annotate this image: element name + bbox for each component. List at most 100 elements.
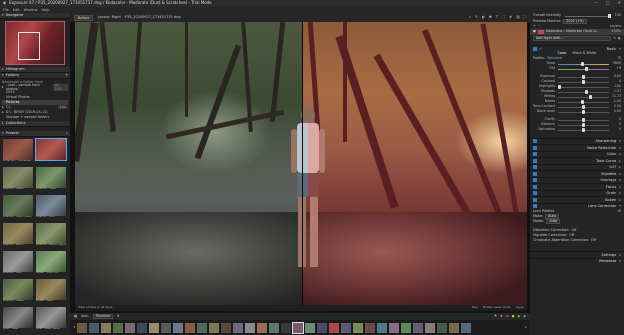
section-enable-checkbox[interactable] [533, 184, 537, 189]
filmstrip-thumb[interactable] [89, 322, 100, 333]
slider-knob[interactable] [582, 105, 586, 109]
photo-split-view[interactable] [75, 22, 527, 305]
section-enable-checkbox[interactable] [533, 197, 537, 202]
slider-track[interactable] [558, 110, 609, 114]
collections-header[interactable]: ▸ Collections [0, 121, 70, 127]
filmstrip-thumb[interactable] [197, 322, 208, 333]
layer-delete-icon[interactable]: − [538, 24, 541, 29]
section-enable-checkbox[interactable] [533, 191, 537, 196]
filmstrip-thumb[interactable] [292, 321, 305, 334]
section-enable-checkbox[interactable] [533, 145, 537, 150]
slider-track[interactable] [558, 85, 609, 89]
before-button[interactable]: Before [74, 14, 94, 21]
slider-knob[interactable] [584, 67, 588, 71]
slider-track[interactable] [558, 80, 609, 84]
brush-icon[interactable]: ✎ [475, 15, 478, 19]
filmstrip-thumb[interactable] [257, 322, 268, 333]
navigator-thumbnail[interactable] [5, 21, 65, 65]
section-enable-checkbox[interactable] [533, 204, 537, 209]
preset-tile[interactable]: Polaroid - Warm [3, 223, 33, 249]
filmstrip-thumb[interactable] [377, 322, 388, 333]
grid-view-icon[interactable]: ▦ [74, 314, 77, 319]
preset-tile[interactable]: Kodacolor - Moderate (Dust & Scratches) [35, 138, 67, 165]
filmstrip-thumb[interactable] [161, 322, 172, 333]
slider-value[interactable]: 0 [612, 127, 621, 132]
basic-enable-checkbox[interactable] [533, 46, 537, 51]
slider-knob[interactable] [582, 128, 586, 132]
preset-tile[interactable]: Kodacolor - Moderate [3, 139, 33, 165]
vignette-correction-value[interactable]: Off [569, 233, 574, 238]
filmstrip-thumb[interactable] [353, 322, 364, 333]
slider-knob[interactable] [580, 62, 584, 66]
color-label-icon[interactable]: ● [517, 314, 520, 319]
folder-row[interactable]: Storage + sample folders [2, 115, 68, 120]
layer-opacity[interactable]: 100% [611, 29, 621, 34]
tint-slider[interactable]: Tint +9 [530, 66, 624, 72]
filmstrip-thumb[interactable] [413, 322, 424, 333]
scroll-left-icon[interactable]: ◂ [73, 325, 75, 330]
menu-file[interactable]: File [3, 8, 9, 12]
slider-track[interactable] [558, 100, 609, 104]
filmstrip-thumb[interactable] [77, 322, 88, 333]
split-divider[interactable] [302, 22, 303, 305]
filmstrip-thumb[interactable] [341, 322, 352, 333]
color-label-icon[interactable]: ● [506, 314, 509, 319]
filmstrip-thumb[interactable] [245, 322, 256, 333]
preset-tile[interactable]: Polaroid - Fresh [36, 167, 66, 193]
preset-tile[interactable]: Kodak - Warm [36, 279, 66, 305]
navigator-header[interactable]: ▾ Navigator [0, 13, 70, 19]
distortion-value[interactable]: Off [571, 228, 576, 233]
preview-dropdown[interactable]: 2021 (+0) [563, 19, 587, 24]
fullscreen-icon[interactable]: ⛶ [524, 15, 526, 19]
slider-knob[interactable] [582, 123, 586, 127]
preset-tile[interactable]: Polar - B&W [3, 307, 33, 333]
status-item[interactable]: Layer [516, 305, 524, 309]
filmstrip-thumb[interactable] [437, 322, 448, 333]
preset-tile[interactable]: Polaroid - Color (Dark) [3, 195, 33, 221]
transform-icon[interactable]: ⬚ [502, 15, 505, 19]
gradient-tool-icon[interactable]: ◐ [618, 36, 621, 41]
add-layer-row[interactable]: Add layer with... ✎ ◐ [530, 35, 624, 42]
color-label-icon[interactable]: ● [512, 314, 515, 319]
slider-knob[interactable] [558, 85, 561, 89]
slider-track[interactable] [558, 105, 609, 109]
gradient-icon[interactable]: ◐ [482, 15, 485, 19]
slider-knob[interactable] [582, 118, 586, 122]
basic-slider[interactable]: Saturation 0 [530, 127, 624, 133]
filmstrip-thumb[interactable] [209, 322, 220, 333]
heal-icon[interactable]: ✚ [489, 15, 492, 19]
filmstrip-thumb[interactable] [173, 322, 184, 333]
filmstrip-thumb[interactable] [125, 322, 136, 333]
compare-icon[interactable]: ▥ [516, 15, 519, 19]
menu-window[interactable]: Window [24, 8, 38, 12]
filmstrip-thumb[interactable] [233, 322, 244, 333]
preset-tile[interactable]: Polaroid - Warm (Light) [36, 223, 66, 249]
filmstrip-thumb[interactable] [185, 322, 196, 333]
section-enable-checkbox[interactable] [533, 178, 537, 183]
slider-track[interactable] [558, 67, 609, 71]
tab-bw[interactable]: Black & White [573, 51, 597, 56]
slider-knob[interactable] [588, 95, 592, 99]
filmstrip-thumb[interactable] [329, 322, 340, 333]
section-metadata[interactable]: Metadata ▸ [530, 257, 624, 265]
slider-knob[interactable] [582, 80, 586, 84]
preset-tile[interactable]: Polaroid - Cool [36, 195, 66, 221]
section-enable-checkbox[interactable] [533, 165, 537, 170]
preset-tile[interactable]: Polaroid - Bold [3, 251, 33, 277]
filmstrip-thumb[interactable] [461, 322, 472, 333]
intensity-slider[interactable] [564, 14, 611, 18]
search-icon[interactable]: ⌕ [66, 131, 68, 135]
filmstrip-thumb[interactable] [425, 322, 436, 333]
filmstrip-thumb[interactable] [269, 322, 280, 333]
reset-icon[interactable]: ↺ [539, 47, 542, 51]
slider-knob[interactable] [582, 75, 586, 79]
layer-add-icon[interactable]: + [533, 24, 536, 29]
status-item[interactable]: Ember Lasso Code [483, 305, 511, 309]
slider-track[interactable] [558, 62, 609, 66]
settings-icon[interactable]: ⚙ [618, 209, 621, 214]
preset-tile[interactable]: Polaroid - Faded [3, 279, 33, 305]
crop-icon[interactable]: ⌗ [469, 15, 471, 19]
preset-tile[interactable]: Kodak - Cool Film [36, 251, 66, 277]
sort-direction-icon[interactable]: ⇅ [117, 314, 120, 319]
preset-tile[interactable]: Polaroid - Faded [3, 167, 33, 193]
